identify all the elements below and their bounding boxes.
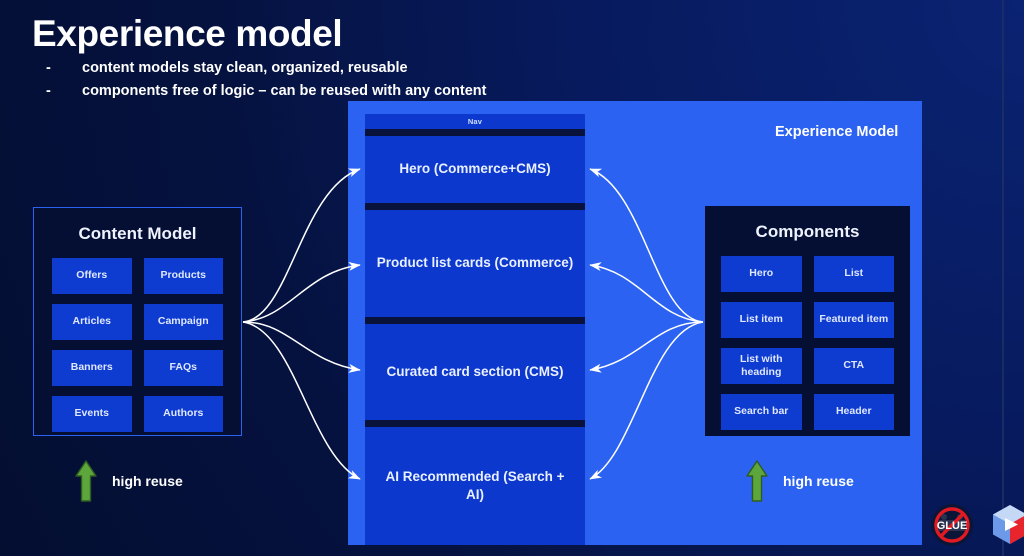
up-arrow-icon	[745, 459, 769, 503]
page-section-hero: Hero (Commerce+CMS)	[365, 136, 585, 203]
page-section-ai-recommended: AI Recommended (Search + AI)	[365, 427, 585, 545]
content-model-chip-grid: Offers Products Articles Campaign Banner…	[34, 258, 241, 432]
content-model-chip[interactable]: Products	[143, 258, 223, 294]
high-reuse-marker-right: high reuse	[745, 459, 854, 503]
page-section-product-list: Product list cards (Commerce)	[365, 210, 585, 317]
components-chip-grid: Hero List List item Featured item List w…	[705, 256, 910, 430]
component-chip[interactable]: Header	[813, 394, 894, 430]
page-nav-bar: Nav	[365, 114, 585, 129]
component-chip[interactable]: List	[813, 256, 894, 292]
high-reuse-label: high reuse	[112, 473, 183, 489]
bullet-item: - components free of logic – can be reus…	[46, 81, 486, 102]
section-separator	[365, 129, 585, 136]
bullet-dash: -	[46, 83, 51, 100]
components-panel: Components Hero List List item Featured …	[705, 206, 910, 436]
bullet-dash: -	[46, 60, 51, 76]
content-model-chip[interactable]: Banners	[52, 350, 132, 386]
content-model-connectors	[242, 168, 361, 480]
cube-logo	[990, 503, 1024, 547]
high-reuse-marker-left: high reuse	[74, 459, 183, 503]
no-glue-logo-text: GLUE	[937, 520, 968, 532]
component-chip[interactable]: Search bar	[721, 394, 802, 430]
component-chip[interactable]: CTA	[813, 348, 894, 384]
component-chip[interactable]: List item	[721, 302, 802, 338]
content-model-chip[interactable]: Articles	[52, 304, 132, 340]
components-title: Components	[755, 222, 860, 241]
section-separator	[365, 317, 585, 324]
bullet-text: components free of logic – can be reused…	[82, 83, 487, 100]
content-model-chip[interactable]: FAQs	[143, 350, 223, 386]
content-model-title: Content Model	[78, 224, 197, 243]
page-title: Experience model	[32, 13, 343, 54]
content-model-panel: Content Model Offers Products Articles C…	[33, 207, 242, 436]
right-edge-divider	[1002, 0, 1004, 556]
content-model-chip[interactable]: Offers	[52, 258, 132, 294]
content-model-chip[interactable]: Authors	[143, 396, 223, 432]
section-separator	[365, 420, 585, 427]
bullet-item: - content models stay clean, organized, …	[46, 58, 486, 79]
slide-canvas: Experience model - content models stay c…	[0, 0, 1024, 556]
section-separator	[365, 203, 585, 210]
experience-model-label: Experience Model	[775, 124, 899, 140]
logo-row: GLUE	[930, 503, 1024, 547]
high-reuse-label: high reuse	[783, 473, 854, 489]
component-chip[interactable]: Hero	[721, 256, 802, 292]
component-chip[interactable]: Featured item	[813, 302, 894, 338]
content-model-chip[interactable]: Events	[52, 396, 132, 432]
up-arrow-icon	[74, 459, 98, 503]
bullet-text: content models stay clean, organized, re…	[82, 60, 408, 76]
content-model-chip[interactable]: Campaign	[143, 304, 223, 340]
component-chip[interactable]: List with heading	[721, 348, 802, 384]
page-section-curated: Curated card section (CMS)	[365, 324, 585, 420]
bullet-list: - content models stay clean, organized, …	[46, 58, 486, 104]
no-glue-logo: GLUE	[930, 503, 974, 547]
page-mockup: Nav Hero (Commerce+CMS) Product list car…	[365, 114, 585, 545]
